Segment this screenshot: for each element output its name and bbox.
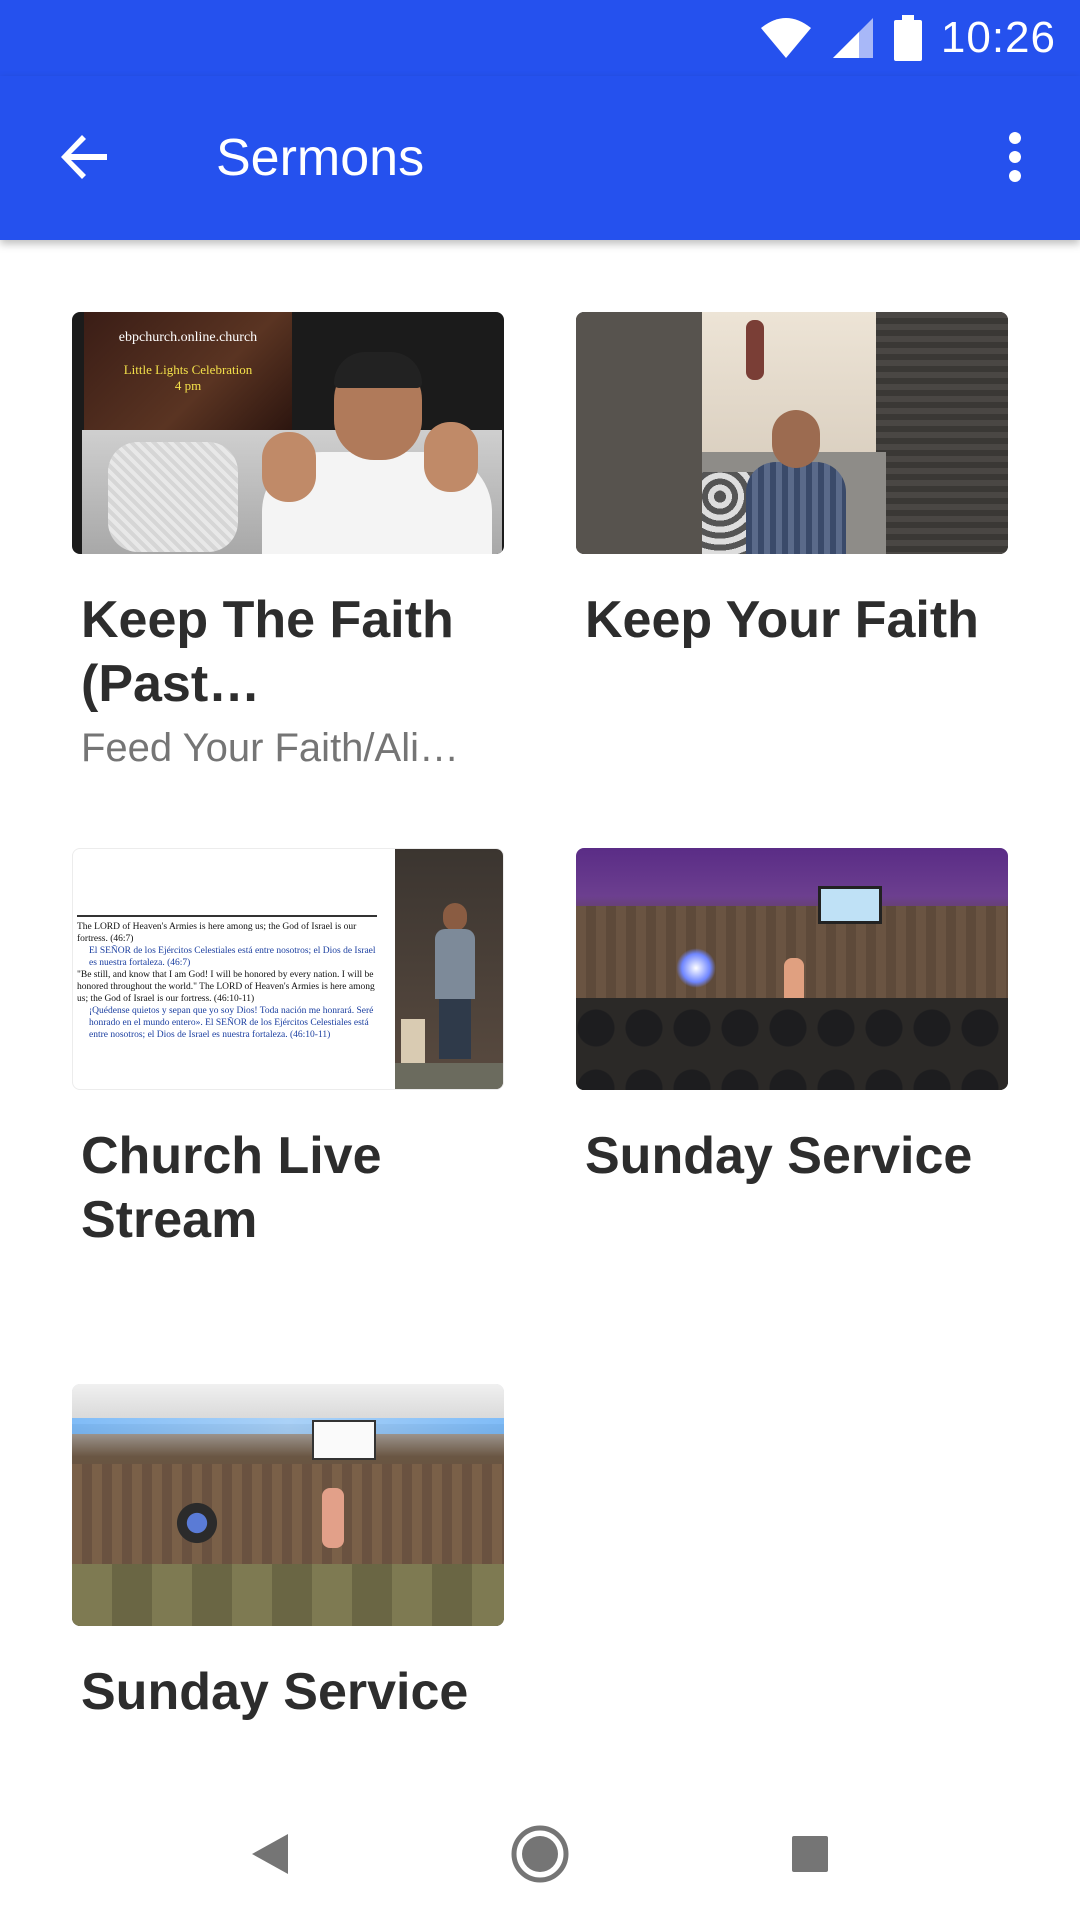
nav-recents-button[interactable] [772,1816,848,1892]
system-nav-bar [0,1788,1080,1920]
page-title: Sermons [216,129,425,187]
wifi-icon [759,16,813,60]
sermon-title: Sunday Service [585,1127,973,1185]
nav-back-icon [252,1834,288,1874]
sermon-subtitle: Feed Your Faith/Alimenta Tu Fe [81,726,504,770]
sermon-thumbnail[interactable]: ebpchurch.online.church Little Lights Ce… [72,312,504,554]
battery-icon [893,15,923,61]
sermon-title: Church Live Stream [81,1127,382,1249]
sermon-card[interactable]: Sunday Service [576,848,1008,1188]
sermon-card[interactable]: Keep Your Faith [576,312,1008,652]
sermon-title: Keep Your Faith [585,591,979,649]
nav-home-icon [511,1825,569,1883]
sermon-thumbnail[interactable] [576,312,1008,554]
status-bar: 10:26 [0,0,1080,76]
nav-home-button[interactable] [502,1816,578,1892]
sermon-thumbnail[interactable]: The LORD of Heaven's Armies is here amon… [72,848,504,1090]
back-button[interactable] [50,122,120,192]
more-vert-icon [1009,132,1021,182]
sermon-card[interactable]: ebpchurch.online.church Little Lights Ce… [72,312,504,774]
slide-text: The LORD of Heaven's Armies is here amon… [77,915,377,1041]
sermon-card[interactable]: The LORD of Heaven's Armies is here amon… [72,848,504,1252]
sermon-thumbnail[interactable] [72,1384,504,1626]
thumbnail-banner: ebpchurch.online.church Little Lights Ce… [84,312,292,430]
arrow-back-icon [61,135,107,179]
overflow-menu-button[interactable] [980,122,1050,192]
banner-event: Little Lights Celebration 4 pm [123,362,253,393]
nav-back-button[interactable] [232,1816,308,1892]
nav-recents-icon [792,1836,828,1872]
banner-url: ebpchurch.online.church [118,330,258,345]
sermon-thumbnail[interactable] [576,848,1008,1090]
cell-signal-icon [831,16,875,60]
app-bar: Sermons [0,76,1080,240]
sermon-title: Keep The Faith (Past Experiences) [81,591,454,713]
sermon-card[interactable]: Sunday Service [72,1384,504,1724]
status-time: 10:26 [940,13,1056,62]
sermon-title: Sunday Service [81,1663,469,1721]
